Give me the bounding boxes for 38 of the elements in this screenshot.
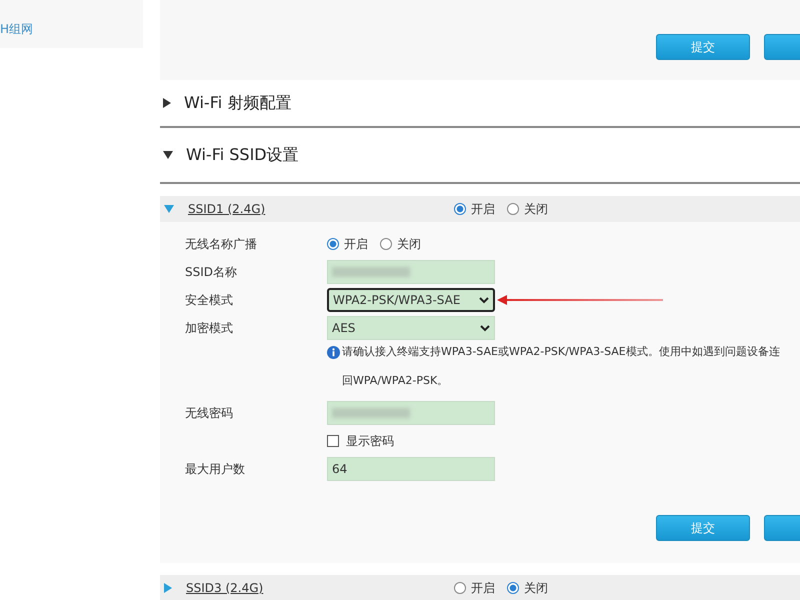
field-label: 无线密码: [185, 404, 233, 422]
radio-button[interactable]: [380, 238, 392, 250]
field-label: 最大用户数: [185, 460, 245, 478]
ssid-link[interactable]: SSID1 (2.4G): [188, 202, 266, 216]
input-field[interactable]: [327, 260, 495, 284]
notice-text: 请确认接入终端支持WPA3-SAE或WPA2-PSK/WPA3-SAE模式。使用中如遇到问题设备连: [342, 344, 780, 360]
radio-button[interactable]: [507, 203, 519, 215]
radio-label: 关闭: [524, 200, 548, 218]
caret-right-icon[interactable]: [163, 98, 171, 108]
section-title: Wi-Fi SSID设置: [186, 144, 299, 166]
checkbox-label: 显示密码: [346, 432, 394, 450]
field-label: 无线名称广播: [185, 236, 257, 252]
dropdown[interactable]: WPA2-PSK/WPA3-SAE: [327, 288, 495, 312]
input-field[interactable]: 64: [327, 457, 495, 481]
ssid-link[interactable]: SSID3 (2.4G): [186, 581, 264, 595]
field-label: SSID名称: [185, 264, 238, 280]
dropdown[interactable]: AES: [327, 316, 495, 340]
radio-label: 开启: [471, 580, 495, 596]
radio-button[interactable]: [327, 238, 339, 250]
radio-label: 开启: [471, 200, 495, 218]
triangle-down-icon[interactable]: [164, 205, 174, 213]
radio-button[interactable]: [507, 582, 519, 594]
radio-label: 关闭: [524, 580, 548, 596]
radio-label: 关闭: [397, 236, 421, 252]
chevron-down-icon: [480, 324, 490, 332]
triangle-right-icon[interactable]: [164, 583, 172, 593]
input-field[interactable]: [327, 401, 495, 425]
radio-button[interactable]: [454, 203, 466, 215]
section-title: Wi-Fi 射频配置: [184, 92, 292, 114]
chevron-down-icon: [479, 296, 489, 304]
checkbox[interactable]: [327, 435, 339, 447]
field-label: 安全模式: [185, 292, 233, 308]
radio-button[interactable]: [454, 582, 466, 594]
radio-label: 开启: [344, 236, 368, 252]
notice-text: 回WPA/WPA2-PSK。: [342, 373, 450, 389]
field-label: 加密模式: [185, 320, 233, 336]
info-icon: [327, 346, 340, 359]
caret-down-icon[interactable]: [163, 151, 173, 159]
